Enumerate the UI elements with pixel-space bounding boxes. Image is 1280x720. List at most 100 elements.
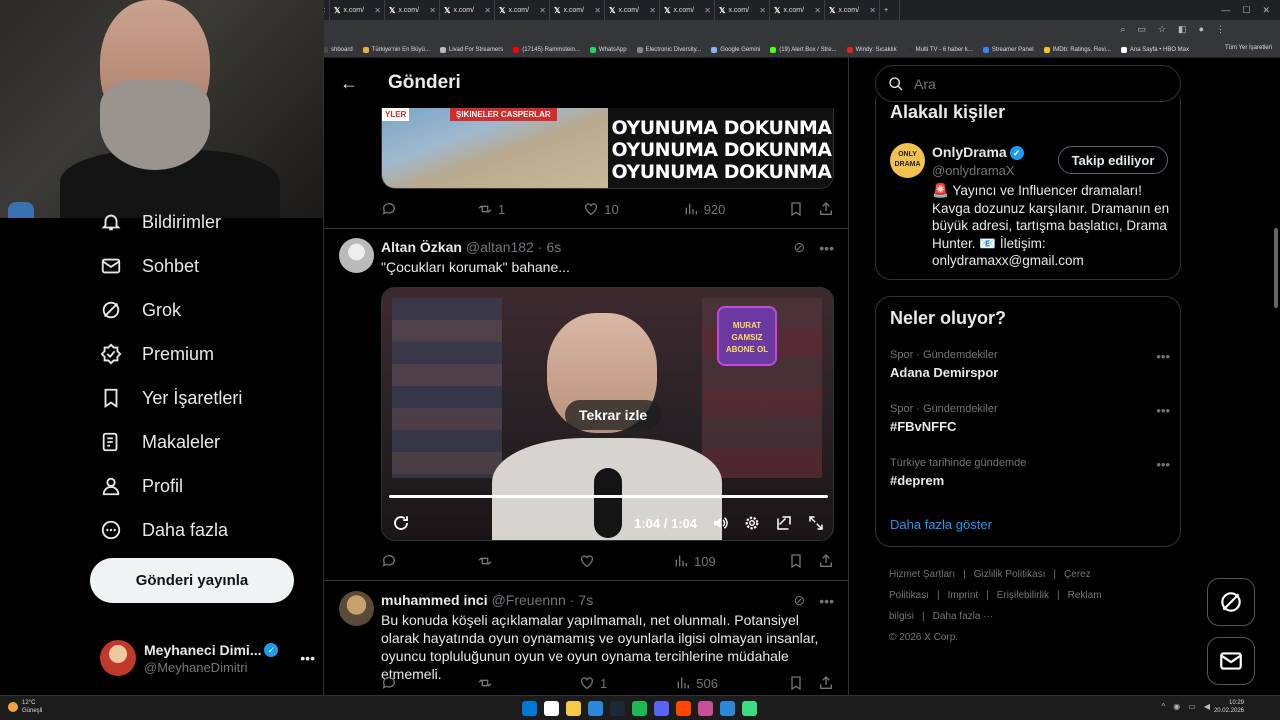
tab-close-icon[interactable]: ✕ — [869, 6, 876, 15]
clock[interactable]: 10:29 20.02.2026 — [1214, 699, 1244, 715]
nav-item[interactable]: Yer İşaretleri — [100, 387, 242, 409]
tab-close-icon[interactable]: ✕ — [649, 6, 656, 15]
video-progress-bar[interactable] — [389, 495, 828, 498]
nav-item[interactable]: Grok — [100, 299, 181, 321]
following-button[interactable]: Takip ediliyor — [1058, 146, 1168, 174]
account-switcher[interactable]: Meyhaneci Dimi... ✓ @MeyhaneDimitri ••• — [100, 636, 315, 680]
new-tab-button[interactable]: + — [880, 0, 900, 20]
tray-app-icon[interactable]: ◉ — [1173, 702, 1180, 711]
footer-link[interactable]: Hizmet Şartları — [889, 569, 955, 580]
like-button[interactable] — [579, 553, 595, 569]
page-scrollbar[interactable] — [1272, 58, 1280, 695]
menu-icon[interactable]: ⋮ — [1216, 24, 1225, 35]
show-more-link[interactable]: Daha fazla göster — [890, 517, 992, 532]
tweet-avatar[interactable] — [339, 591, 374, 626]
retweet-button[interactable] — [477, 553, 493, 569]
replay-icon[interactable] — [392, 514, 410, 532]
reply-button[interactable] — [381, 201, 397, 217]
bookmark-item[interactable]: (19) Alert Box / Stre... — [770, 46, 837, 53]
reply-button[interactable] — [381, 675, 397, 691]
taskbar-app-icon[interactable] — [544, 701, 559, 716]
extensions-icon[interactable]: ◧ — [1178, 24, 1187, 35]
post-button[interactable]: Gönderi yayınla — [90, 558, 294, 603]
network-icon[interactable]: ▭ — [1188, 702, 1196, 711]
taskbar-app-icon[interactable] — [566, 701, 581, 716]
browser-tab[interactable]: 𝕏x.com/ ✕ — [770, 0, 825, 20]
more-horizontal-icon[interactable]: ••• — [819, 593, 834, 609]
settings-gear-icon[interactable] — [743, 514, 761, 532]
tweet-time[interactable]: 6s — [547, 239, 562, 255]
footer-link[interactable]: Gizlilik Politikası — [974, 569, 1046, 580]
nav-item[interactable]: Sohbet — [100, 255, 199, 277]
bookmark-item[interactable]: Windy: Sıcaklık — [846, 46, 897, 53]
views-button[interactable]: 920 — [683, 201, 725, 217]
grok-icon[interactable]: ⊘ — [794, 592, 806, 609]
tab-close-icon[interactable]: ✕ — [759, 6, 766, 15]
bookmark-item[interactable]: Türkiye'nin En Büyü... — [362, 46, 430, 53]
taskbar-app-icon[interactable] — [522, 701, 537, 716]
tab-close-icon[interactable]: ✕ — [814, 6, 821, 15]
bookmark-item[interactable]: (17145) Rammstein... — [513, 46, 580, 53]
bookmark-item[interactable]: Ana Sayfa • HBO Max — [1120, 46, 1189, 53]
zoom-icon[interactable]: ⌕ — [1120, 24, 1125, 35]
tweet-author-name[interactable]: Altan Özkan — [381, 239, 462, 255]
browser-tab[interactable]: 𝕏x.com/ ✕ — [715, 0, 770, 20]
minimize-icon[interactable]: — — [1221, 5, 1230, 15]
browser-tab[interactable]: 𝕏x.com/ ✕ — [440, 0, 495, 20]
nav-item[interactable]: Profil — [100, 475, 183, 497]
retweet-button[interactable] — [477, 675, 493, 691]
tab-close-icon[interactable]: ✕ — [704, 6, 711, 15]
nav-item[interactable]: Makaleler — [100, 431, 220, 453]
browser-tab[interactable]: 𝕏x.com/ ✕ — [330, 0, 385, 20]
fullscreen-icon[interactable] — [807, 514, 825, 532]
taskbar-app-icon[interactable] — [588, 701, 603, 716]
taskbar-app-icon[interactable] — [676, 701, 691, 716]
bookmark-button[interactable] — [788, 201, 804, 217]
more-horizontal-icon[interactable]: ••• — [300, 650, 315, 666]
tweet-media-image[interactable]: YLER ŞIKINELER CASPERLAR OYUNUMA DOKUNMA… — [381, 108, 834, 189]
browser-tab[interactable]: 𝕏x.com/ ✕ — [825, 0, 880, 20]
video-player[interactable]: MURAT GAMSIZ ABONE OL Tekrar izle 1:04 /… — [381, 287, 834, 541]
footer-link[interactable]: Daha fazla ··· — [933, 611, 994, 622]
tweet-avatar[interactable] — [339, 238, 374, 273]
more-horizontal-icon[interactable]: ••• — [1156, 403, 1170, 418]
taskbar-app-icon[interactable] — [720, 701, 735, 716]
star-icon[interactable]: ☆ — [1158, 24, 1166, 35]
like-button[interactable]: 1 — [579, 675, 607, 691]
browser-tab[interactable]: 𝕏x.com/ ✕ — [495, 0, 550, 20]
bookmark-item[interactable]: Streamer Panel — [982, 46, 1034, 53]
related-name-row[interactable]: OnlyDrama ✓ — [932, 144, 1024, 161]
replay-button[interactable]: Tekrar izle — [565, 400, 662, 430]
search-input[interactable]: Ara — [875, 65, 1181, 102]
related-handle[interactable]: @onlydramaX — [932, 163, 1015, 178]
related-avatar[interactable]: ONLY DRAMA — [890, 143, 925, 178]
close-window-icon[interactable]: ✕ — [1262, 5, 1270, 16]
taskbar-app-icon[interactable] — [742, 701, 757, 716]
retweet-button[interactable]: 1 — [477, 201, 505, 217]
back-arrow-icon[interactable]: ← — [324, 73, 374, 94]
share-button[interactable] — [818, 675, 834, 691]
bookmark-item[interactable]: IMDb: Ratings, Revi... — [1043, 46, 1111, 53]
browser-tab[interactable]: 𝕏x.com/ ✕ — [385, 0, 440, 20]
tab-close-icon[interactable]: ✕ — [594, 6, 601, 15]
bookmark-item[interactable]: shboard — [322, 46, 353, 53]
tab-close-icon[interactable]: ✕ — [429, 6, 436, 15]
bookmark-item[interactable]: WhatsApp — [589, 46, 627, 53]
nav-item[interactable]: Daha fazla — [100, 519, 228, 541]
bookmark-item[interactable]: Google Gemini — [711, 46, 760, 53]
scrollbar-thumb[interactable] — [1274, 228, 1278, 308]
tray-chevron-icon[interactable]: ^ — [1162, 702, 1166, 711]
footer-link[interactable]: Imprint — [948, 590, 979, 601]
trend-item[interactable]: Spor · Gündemdekiler Adana Demirspor ••• — [890, 349, 1170, 380]
volume-icon[interactable]: ◀ — [1204, 702, 1210, 711]
nav-item[interactable]: Premium — [100, 343, 214, 365]
taskbar-app-icon[interactable] — [698, 701, 713, 716]
share-button[interactable] — [818, 201, 834, 217]
all-bookmarks-button[interactable]: Tüm Yer İşaretleri — [1225, 45, 1272, 51]
like-button[interactable]: 10 — [583, 201, 619, 217]
tab-close-icon[interactable]: ✕ — [374, 6, 381, 15]
tweet-author-handle[interactable]: @Freuennn — [492, 592, 566, 608]
weather-widget[interactable]: 12°C Güneşli — [8, 699, 42, 715]
tab-close-icon[interactable]: ✕ — [539, 6, 546, 15]
messages-floating-button[interactable] — [1207, 637, 1255, 685]
